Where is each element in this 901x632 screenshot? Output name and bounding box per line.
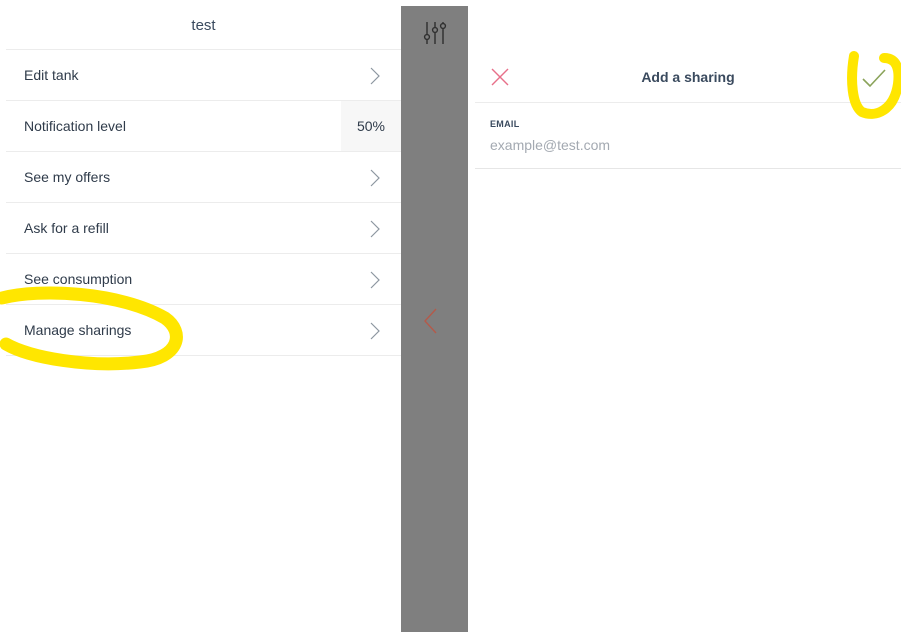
menu-item-label: See consumption bbox=[24, 271, 133, 287]
email-field-group: EMAIL bbox=[475, 103, 901, 169]
checkmark-icon[interactable] bbox=[859, 64, 889, 92]
email-input[interactable] bbox=[488, 133, 872, 157]
chevron-left-icon[interactable] bbox=[421, 307, 441, 335]
menu-item-label: See my offers bbox=[24, 169, 111, 185]
menu-item-see-offers[interactable]: See my offers bbox=[6, 152, 401, 203]
collapsed-sidebar-strip bbox=[401, 6, 468, 632]
chevron-right-icon bbox=[370, 220, 380, 238]
menu-item-see-consumption[interactable]: See consumption bbox=[6, 254, 401, 305]
menu-item-manage-sharings[interactable]: Manage sharings bbox=[6, 305, 401, 356]
chevron-right-icon bbox=[370, 271, 380, 289]
chevron-right-icon bbox=[370, 169, 380, 187]
add-sharing-header: Add a sharing bbox=[475, 0, 901, 103]
filter-sliders-icon[interactable] bbox=[423, 20, 447, 46]
tank-title: test bbox=[6, 0, 401, 50]
email-label: EMAIL bbox=[490, 119, 520, 129]
chevron-right-icon bbox=[370, 322, 380, 340]
add-sharing-title: Add a sharing bbox=[641, 69, 735, 85]
menu-item-label: Ask for a refill bbox=[24, 220, 109, 236]
tank-menu-panel: test Edit tank Notification level 50% Se… bbox=[0, 0, 401, 632]
menu-item-ask-refill[interactable]: Ask for a refill bbox=[6, 203, 401, 254]
menu-item-label: Notification level bbox=[24, 118, 126, 134]
add-sharing-panel: Add a sharing EMAIL bbox=[475, 0, 901, 632]
menu-item-notification-level[interactable]: Notification level 50% bbox=[6, 101, 401, 152]
menu-item-label: Edit tank bbox=[24, 67, 79, 83]
menu-item-edit-tank[interactable]: Edit tank bbox=[6, 50, 401, 101]
notification-level-value: 50% bbox=[341, 101, 401, 151]
menu-item-label: Manage sharings bbox=[24, 322, 132, 338]
chevron-right-icon bbox=[370, 67, 380, 85]
